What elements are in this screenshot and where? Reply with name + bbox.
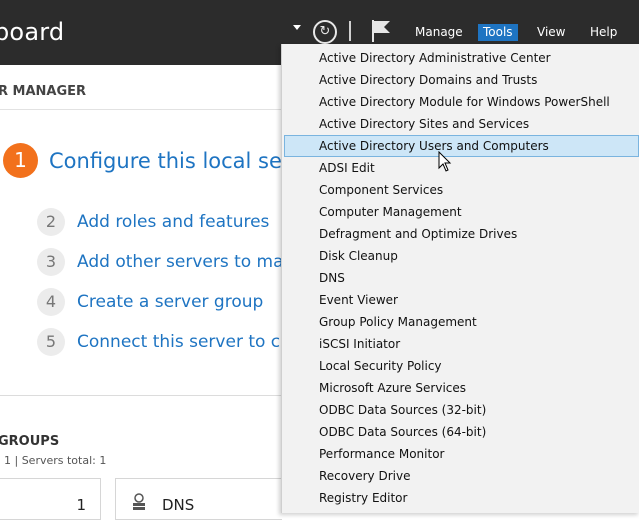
menu-item-ad-admin-center[interactable]: Active Directory Administrative Center bbox=[284, 47, 639, 69]
menu-item-label: iSCSI Initiator bbox=[319, 337, 401, 351]
menu-item-ad-sites-services[interactable]: Active Directory Sites and Services bbox=[284, 113, 639, 135]
section-header: R MANAGER bbox=[0, 84, 87, 99]
menu-item-label: Active Directory Domains and Trusts bbox=[319, 73, 538, 87]
menu-item-azure-services[interactable]: Microsoft Azure Services bbox=[284, 377, 639, 399]
tools-dropdown-menu: Active Directory Administrative Center A… bbox=[281, 44, 639, 513]
menu-item-computer-management[interactable]: Computer Management bbox=[284, 201, 639, 223]
menu-item-label: Registry Editor bbox=[319, 491, 408, 505]
step-2-badge: 2 bbox=[37, 208, 65, 236]
menu-item-label: Active Directory Users and Computers bbox=[319, 139, 549, 153]
notifications-flag-icon[interactable] bbox=[370, 19, 392, 43]
menu-item-ad-domains-trusts[interactable]: Active Directory Domains and Trusts bbox=[284, 69, 639, 91]
step-5-badge: 5 bbox=[37, 328, 65, 356]
page-title: board bbox=[0, 18, 65, 46]
menu-item-group-policy[interactable]: Group Policy Management bbox=[284, 311, 639, 333]
mouse-pointer-icon bbox=[438, 151, 452, 172]
menu-item-label: Active Directory Sites and Services bbox=[319, 117, 530, 131]
dashboard-panel: R MANAGER 1 Configure this local ser 2 A… bbox=[0, 65, 306, 520]
menu-item-label: Recovery Drive bbox=[319, 469, 411, 483]
dns-role-tile[interactable]: DNS bbox=[115, 478, 282, 520]
navigation-dropdown-icon[interactable] bbox=[293, 25, 301, 30]
menu-tools[interactable]: Tools bbox=[478, 24, 518, 41]
menu-item-odbc-32[interactable]: ODBC Data Sources (32-bit) bbox=[284, 399, 639, 421]
menu-item-label: Computer Management bbox=[319, 205, 462, 219]
step-1-badge: 1 bbox=[3, 143, 38, 178]
menu-item-registry-editor[interactable]: Registry Editor bbox=[284, 487, 639, 509]
step-4-badge: 4 bbox=[37, 288, 65, 316]
groups-summary: 1 | Servers total: 1 bbox=[4, 454, 107, 467]
menu-item-performance-monitor[interactable]: Performance Monitor bbox=[284, 443, 639, 465]
menu-item-label: ADSI Edit bbox=[319, 161, 375, 175]
dns-server-icon bbox=[133, 493, 145, 510]
menu-item-label: DNS bbox=[319, 271, 345, 285]
menu-item-ad-powershell[interactable]: Active Directory Module for Windows Powe… bbox=[284, 91, 639, 113]
menu-manage[interactable]: Manage bbox=[415, 25, 463, 39]
tile-count: 1 bbox=[76, 496, 86, 514]
menu-item-iscsi-initiator[interactable]: iSCSI Initiator bbox=[284, 333, 639, 355]
step-5-link[interactable]: Connect this server to clou bbox=[77, 332, 306, 352]
menu-item-label: ODBC Data Sources (64-bit) bbox=[319, 425, 487, 439]
step-2-link[interactable]: Add roles and features bbox=[77, 212, 269, 232]
step-1-link[interactable]: Configure this local ser bbox=[49, 149, 291, 173]
menu-help[interactable]: Help bbox=[590, 25, 617, 39]
separator bbox=[349, 21, 351, 41]
refresh-icon[interactable]: ↻ bbox=[313, 20, 337, 44]
menu-item-label: Active Directory Administrative Center bbox=[319, 51, 551, 65]
menu-item-recovery-drive[interactable]: Recovery Drive bbox=[284, 465, 639, 487]
step-4-link[interactable]: Create a server group bbox=[77, 292, 263, 312]
menu-item-ad-users-computers[interactable]: Active Directory Users and Computers bbox=[284, 135, 639, 157]
step-3-link[interactable]: Add other servers to man bbox=[77, 252, 294, 272]
groups-header: GROUPS bbox=[0, 434, 60, 449]
menu-item-disk-cleanup[interactable]: Disk Cleanup bbox=[284, 245, 639, 267]
menu-item-label: Performance Monitor bbox=[319, 447, 445, 461]
tile-label: DNS bbox=[162, 496, 195, 514]
step-3-badge: 3 bbox=[37, 248, 65, 276]
menu-item-label: Disk Cleanup bbox=[319, 249, 398, 263]
menu-item-label: Microsoft Azure Services bbox=[319, 381, 467, 395]
menu-item-label: Group Policy Management bbox=[319, 315, 477, 329]
menu-item-label: Local Security Policy bbox=[319, 359, 442, 373]
menu-item-odbc-64[interactable]: ODBC Data Sources (64-bit) bbox=[284, 421, 639, 443]
menu-item-label: Defragment and Optimize Drives bbox=[319, 227, 518, 241]
menu-item-label: ODBC Data Sources (32-bit) bbox=[319, 403, 487, 417]
menu-item-label: Active Directory Module for Windows Powe… bbox=[319, 95, 610, 109]
menu-item-event-viewer[interactable]: Event Viewer bbox=[284, 289, 639, 311]
menu-item-label: Component Services bbox=[319, 183, 444, 197]
menu-item-label: Event Viewer bbox=[319, 293, 398, 307]
menu-view[interactable]: View bbox=[537, 25, 565, 39]
menu-item-local-security-policy[interactable]: Local Security Policy bbox=[284, 355, 639, 377]
menu-item-defragment[interactable]: Defragment and Optimize Drives bbox=[284, 223, 639, 245]
server-group-tile[interactable]: 1 bbox=[0, 478, 101, 520]
menu-item-dns[interactable]: DNS bbox=[284, 267, 639, 289]
menu-item-component-services[interactable]: Component Services bbox=[284, 179, 639, 201]
menu-item-adsi-edit[interactable]: ADSI Edit bbox=[284, 157, 639, 179]
